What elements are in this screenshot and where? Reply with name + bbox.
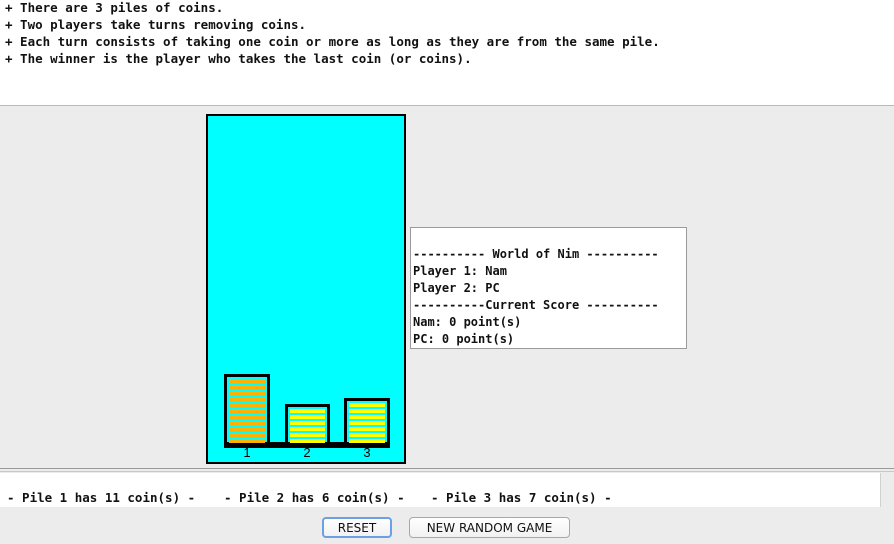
coin[interactable] [229,397,265,401]
coin[interactable] [349,421,385,425]
pile-2[interactable] [285,404,330,443]
coin[interactable] [349,403,385,407]
pile-3[interactable] [344,398,390,443]
pile-1[interactable] [224,374,270,443]
new-random-game-button[interactable]: NEW RANDOM GAME [409,517,570,538]
coin[interactable] [229,379,265,383]
status-bar: - Pile 1 has 11 coin(s) - - Pile 2 has 6… [0,473,881,507]
player-2-score: PC: 0 point(s) [413,332,515,346]
coin[interactable] [229,415,265,419]
coin[interactable] [290,433,325,437]
coin[interactable] [229,427,265,431]
pile-1-status: - Pile 1 has 11 coin(s) - [7,490,196,505]
reset-button[interactable]: RESET [322,517,392,538]
coin[interactable] [229,385,265,389]
pile-1-label: 1 [243,445,251,460]
score-header: ----------Current Score ---------- [413,298,659,312]
rules-panel: + There are 3 piles of coins. + Two play… [0,0,894,106]
coin[interactable] [229,391,265,395]
player-1-name: Player 1: Nam [413,264,507,278]
game-board[interactable]: 1 2 3 [206,114,406,464]
info-panel: ---------- World of Nim ---------- Playe… [410,227,687,349]
rule-line: + The winner is the player who takes the… [5,51,472,66]
coin[interactable] [349,409,385,413]
coin[interactable] [349,433,385,437]
player-2-name: Player 2: PC [413,281,500,295]
coin[interactable] [290,439,325,443]
coin[interactable] [229,403,265,407]
info-header: ---------- World of Nim ---------- [413,247,659,261]
coin[interactable] [229,409,265,413]
rule-line: + Two players take turns removing coins. [5,17,307,32]
coin[interactable] [229,439,265,443]
coin[interactable] [290,427,325,431]
coin[interactable] [229,421,265,425]
coin[interactable] [229,433,265,437]
coin[interactable] [349,415,385,419]
pile-3-status: - Pile 3 has 7 coin(s) - [431,490,612,505]
coin[interactable] [349,427,385,431]
coin[interactable] [290,415,325,419]
pile-2-status: - Pile 2 has 6 coin(s) - [224,490,405,505]
divider [0,468,894,472]
player-1-score: Nam: 0 point(s) [413,315,522,329]
pile-2-label: 2 [303,445,311,460]
pile-3-label: 3 [363,445,371,460]
coin[interactable] [290,421,325,425]
coin[interactable] [349,439,385,443]
rule-line: + There are 3 piles of coins. [5,0,224,15]
coin[interactable] [290,409,325,413]
rule-line: + Each turn consists of taking one coin … [5,34,660,49]
